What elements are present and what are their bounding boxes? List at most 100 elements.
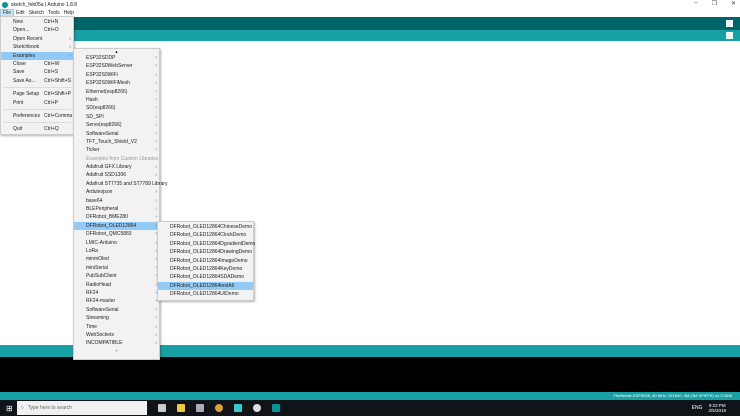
menu-item[interactable]: DFRobot_OLED12864DrawingDemo xyxy=(158,248,253,256)
menu-item[interactable]: ESP32SDDP › xyxy=(74,54,159,62)
menu-item[interactable]: TFT_Touch_Shield_V2 › xyxy=(74,138,159,146)
obs-icon[interactable] xyxy=(252,404,261,412)
menu-item[interactable]: Sketchbook › xyxy=(1,43,73,51)
title-bar: sketch_feb05a | Arduino 1.8.8 xyxy=(0,0,740,9)
chevron-right-icon: › xyxy=(155,197,157,204)
language[interactable]: ENG xyxy=(692,405,703,411)
menu-item[interactable]: Save As... Ctrl+Shift+S xyxy=(1,77,73,85)
minimize-button[interactable]: – xyxy=(694,0,697,7)
menu-item[interactable]: Arduinojson › xyxy=(74,188,159,196)
menu-item[interactable]: Quit Ctrl+Q xyxy=(1,125,73,133)
menu-item[interactable]: Hash › xyxy=(74,96,159,104)
console xyxy=(0,357,740,392)
menu-item[interactable]: DFRobot_OLED12864ImageDemo xyxy=(158,257,253,265)
menu-item-label: DFRobot_OLED12864 xyxy=(86,222,137,229)
menu-item-label: Arduinojson xyxy=(86,189,113,196)
chevron-right-icon: › xyxy=(155,180,157,187)
menu-item[interactable]: DFRobot_OLED12864textAll xyxy=(158,281,253,291)
serial-monitor-button[interactable] xyxy=(726,20,733,27)
chevron-right-icon: › xyxy=(155,138,157,145)
menu-item-label: Adafruit GFX Library xyxy=(86,164,132,171)
chevron-right-icon: › xyxy=(155,88,157,95)
menu-item[interactable]: SoftwareSerial › xyxy=(74,130,159,138)
menu-item[interactable]: ESP32S0WiFi › xyxy=(74,71,159,79)
menu-item[interactable]: Preferences Ctrl+Comma xyxy=(1,112,73,120)
menu-item-label: Preferences xyxy=(13,112,40,119)
chevron-right-icon: › xyxy=(69,35,71,42)
menu-item-label: INCOMPATIBLE xyxy=(86,340,123,347)
menu-item[interactable]: Ethernet(esp8266) › xyxy=(74,88,159,96)
menu-item-label: RF24-master xyxy=(86,298,116,305)
menu-item[interactable]: SoftwareSerial › xyxy=(74,306,159,314)
menu-item[interactable]: RF24-master › xyxy=(74,297,159,305)
menu-item[interactable]: DFRobot_OLED12864SDADemo xyxy=(158,273,253,281)
menu-item[interactable]: PubSubClient› xyxy=(74,272,159,280)
menu-item[interactable]: ESP32S0WebServer › xyxy=(74,62,159,70)
mail-icon[interactable] xyxy=(195,404,204,412)
menu-item[interactable]: DFRobot_OLED12864› xyxy=(74,221,159,231)
menu-item-label: Save xyxy=(13,69,25,76)
tab-menu-button[interactable] xyxy=(726,32,733,39)
menu-item[interactable]: Save Ctrl+S xyxy=(1,68,73,76)
menu-item[interactable]: Time › xyxy=(74,323,159,331)
menu-item[interactable]: Open Recent › xyxy=(1,35,73,43)
chevron-right-icon: › xyxy=(155,80,157,87)
menu-item-label: TFT_Touch_Shield_V2 xyxy=(86,138,137,145)
menu-item[interactable]: Examples › xyxy=(1,51,73,60)
menu-item[interactable]: DFRobot_QMC5883› xyxy=(74,230,159,238)
file-explorer-icon[interactable] xyxy=(176,404,185,412)
arduino-icon[interactable] xyxy=(271,404,280,412)
menu-item[interactable]: Adafruit ST7735 and ST7789 Library › xyxy=(74,180,167,188)
menu-item-label: DFRobot_OLED12864DgradientDemo xyxy=(170,240,256,247)
menu-item[interactable]: ESP32S0WiFiMesh › xyxy=(74,79,159,87)
menu-item[interactable]: Servo(esp8266) › xyxy=(74,121,159,129)
menu-item-label: Ethernet(esp8266) xyxy=(86,88,128,95)
close-button[interactable]: ✕ xyxy=(731,0,736,7)
menu-item[interactable]: Adafruit GFX Library › xyxy=(74,163,159,171)
menu-item[interactable]: Streaming › xyxy=(74,314,159,322)
menu-item[interactable]: LMIC-Arduino› xyxy=(74,239,159,247)
menu-item[interactable]: WebSockets › xyxy=(74,331,159,339)
maximize-button[interactable]: ❐ xyxy=(712,0,717,7)
menu-item[interactable]: Page Setup Ctrl+Shift+P xyxy=(1,90,73,98)
menu-item[interactable]: LoRa› xyxy=(74,247,159,255)
menu-item-label: Page Setup xyxy=(13,91,40,98)
menu-item[interactable]: SD_SPI › xyxy=(74,113,159,121)
menu-item-label: Open Recent xyxy=(13,35,43,42)
menu-item[interactable]: base64 › xyxy=(74,197,159,205)
menu-item[interactable]: RF24› xyxy=(74,289,159,297)
menu-item[interactable]: Ticker › xyxy=(74,146,159,154)
menu-item[interactable]: RadioHead› xyxy=(74,281,159,289)
menu-item[interactable]: DFRobot_OLED12864KeyDemo xyxy=(158,265,253,273)
task-view-icon[interactable] xyxy=(157,404,166,412)
menu-item[interactable]: BLEPeripheral › xyxy=(74,205,159,213)
menu-item-label: DFRobot_OLED12864SDADemo xyxy=(170,274,244,281)
menu-item[interactable]: DFRobot_OLED12864ChineseDemo xyxy=(158,223,253,231)
menu-item[interactable]: Close Ctrl+W xyxy=(1,60,73,68)
menu-item[interactable]: minmOled› xyxy=(74,255,159,263)
search-box[interactable]: ○ Type here to search xyxy=(16,401,147,415)
menu-item[interactable]: DFRobot_OLED12864ClockDemo xyxy=(158,231,253,239)
menu-item[interactable]: Print Ctrl+P xyxy=(1,99,73,107)
clock[interactable]: 9:23 PM 2/5/2019 xyxy=(708,403,726,413)
menu-item[interactable]: DFRobot_OLED12864DgradientDemo xyxy=(158,240,256,248)
menu-item-label: DFRobot_OLED12864textAll xyxy=(170,282,234,289)
menu-item[interactable]: Open... Ctrl+O xyxy=(1,26,73,34)
menu-item[interactable]: New Ctrl+N xyxy=(1,18,73,26)
app-green-icon[interactable] xyxy=(233,404,242,412)
menu-item[interactable]: DFRobot_BME280 › xyxy=(74,213,159,221)
menu-item[interactable]: SD(esp8266) › xyxy=(74,104,159,112)
menu-item-label: LoRa xyxy=(86,247,98,254)
menu-item-label: minmOled xyxy=(86,256,109,263)
menu-item[interactable]: Adafruit SSD1306 › xyxy=(74,171,159,179)
chrome-icon[interactable] xyxy=(214,404,223,412)
menu-item-shortcut: Ctrl+N xyxy=(44,19,59,25)
menu-item[interactable]: INCOMPATIBLE › xyxy=(74,339,159,347)
menu-item[interactable]: miniSerial› xyxy=(74,264,159,272)
menu-item-label: ESP32S0WebServer xyxy=(86,63,133,70)
scroll-down-arrow[interactable]: ▼ xyxy=(74,348,159,353)
menu-separator xyxy=(3,108,71,110)
menu-item[interactable]: DFRobot_OLED12864UIDemo xyxy=(158,290,253,298)
menu-separator xyxy=(3,122,71,124)
start-button[interactable]: ⊞ xyxy=(6,404,13,413)
